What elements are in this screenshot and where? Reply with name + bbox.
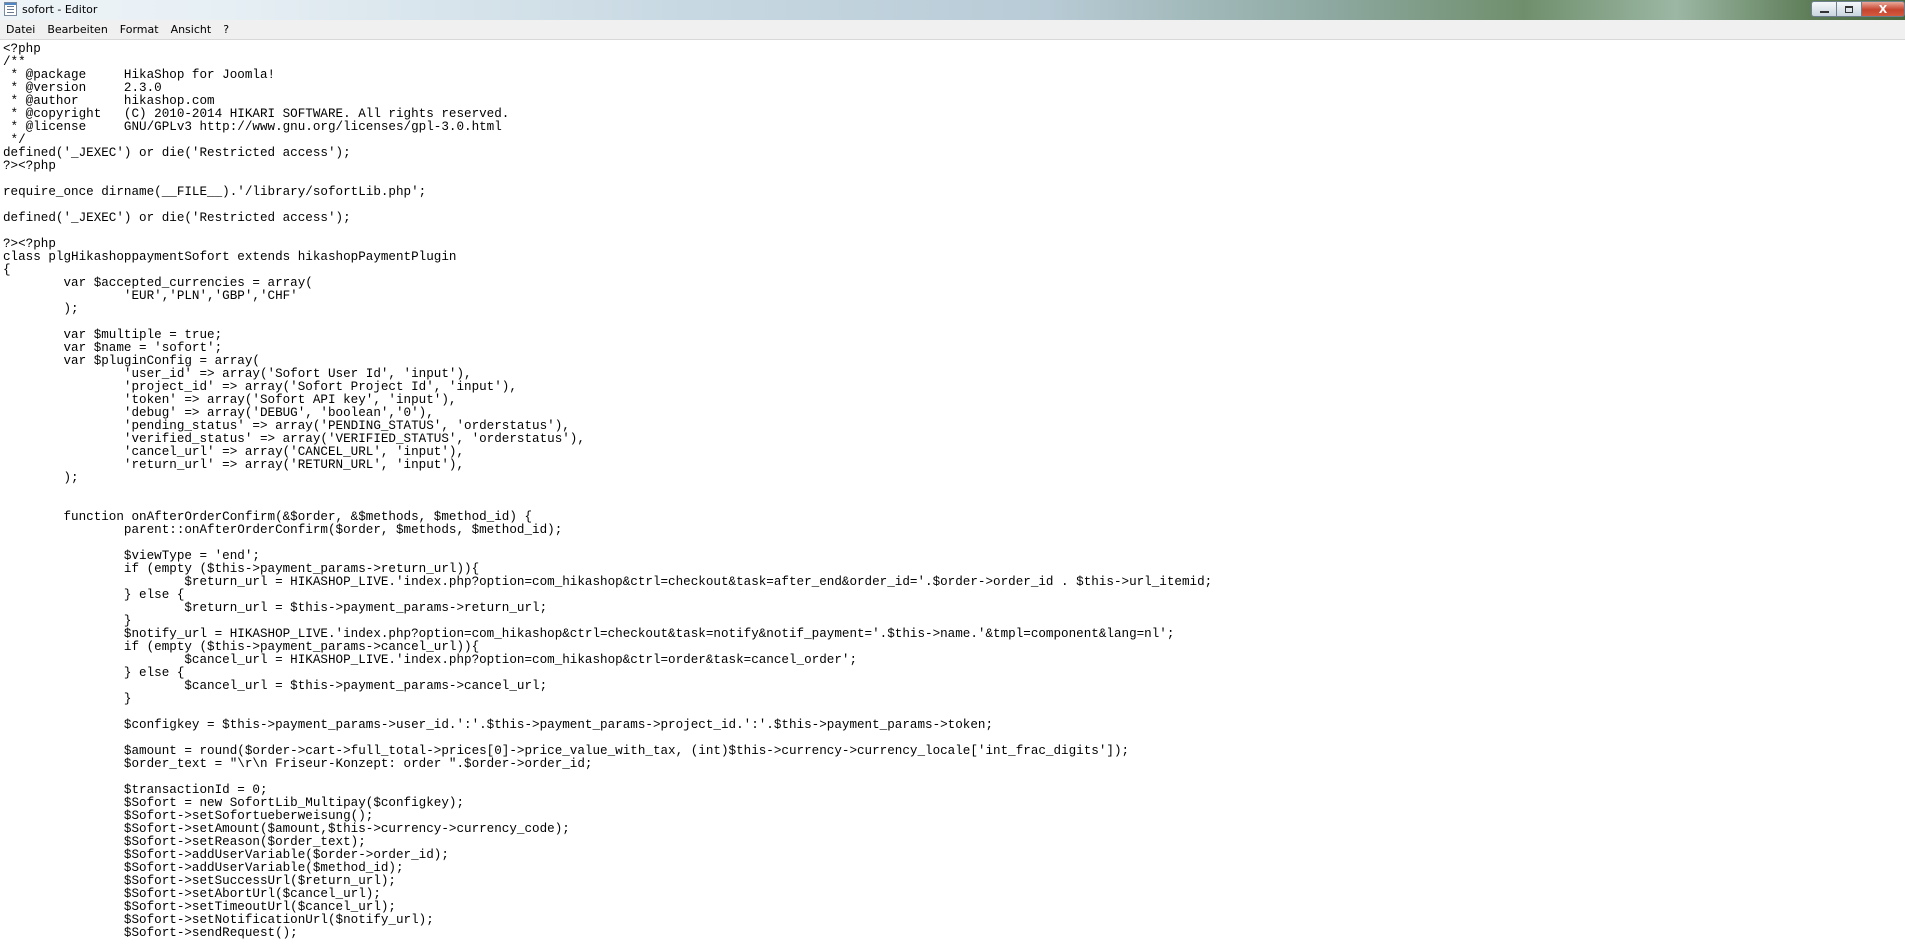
code-line: * @version 2.3.0 [3,81,162,95]
code-line: } else { [3,666,185,680]
menu-help[interactable]: ? [217,20,235,39]
code-line: $cancel_url = HIKASHOP_LIVE.'index.php?o… [3,653,857,667]
code-line: { [3,263,11,277]
minimize-icon [1819,11,1829,13]
code-line: 'user_id' => array('Sofort User Id', 'in… [3,367,472,381]
code-line: 'project_id' => array('Sofort Project Id… [3,380,517,394]
code-line: /** [3,55,26,69]
code-line: } else { [3,588,185,602]
code-line: var $name = 'sofort'; [3,341,223,355]
code-line: 'EUR','PLN','GBP','CHF' [3,289,298,303]
code-line: if (empty ($this->payment_params->return… [3,562,480,576]
code-line: $Sofort->setAbortUrl($cancel_url); [3,887,381,901]
notepad-icon [4,2,17,16]
code-line: $configkey = $this->payment_params->user… [3,718,994,732]
title-bar[interactable]: sofort - Editor X [0,0,1905,20]
code-line: 'pending_status' => array('PENDING_STATU… [3,419,570,433]
code-line: ); [3,471,79,485]
code-line: $return_url = HIKASHOP_LIVE.'index.php?o… [3,575,1213,589]
code-line: $amount = round($order->cart->full_total… [3,744,1130,758]
code-line: defined('_JEXEC') or die('Restricted acc… [3,146,351,160]
code-line: * @package HikaShop for Joomla! [3,68,276,82]
code-line: $order_text = "\r\n Friseur-Konzept: ord… [3,757,593,771]
code-line: $return_url = $this->payment_params->ret… [3,601,548,615]
code-line: $Sofort->setReason($order_text); [3,835,366,849]
code-line: $Sofort->addUserVariable($order->order_i… [3,848,449,862]
maximize-button[interactable] [1837,1,1862,17]
code-line: 'debug' => array('DEBUG', 'boolean','0')… [3,406,434,420]
code-line: $Sofort->setSofortueberweisung(); [3,809,374,823]
code-line: } [3,692,132,706]
code-line: $Sofort = new SofortLib_Multipay($config… [3,796,465,810]
code-text[interactable]: <?php /** * @package HikaShop for Joomla… [0,40,1905,940]
code-line: parent::onAfterOrderConfirm($order, $met… [3,523,563,537]
code-line: $notify_url = HIKASHOP_LIVE.'index.php?o… [3,627,1175,641]
close-icon: X [1878,2,1888,16]
code-line: } [3,614,132,628]
code-line: $cancel_url = $this->payment_params->can… [3,679,548,693]
code-line: 'token' => array('Sofort API key', 'inpu… [3,393,457,407]
code-line: <?php [3,42,41,56]
code-line: $Sofort->sendRequest(); [3,926,298,940]
code-line: $Sofort->setTimeoutUrl($cancel_url); [3,900,396,914]
minimize-button[interactable] [1811,1,1837,17]
menu-datei[interactable]: Datei [0,20,41,39]
code-line: $Sofort->setSuccessUrl($return_url); [3,874,396,888]
code-line: $transactionId = 0; [3,783,268,797]
menu-ansicht[interactable]: Ansicht [165,20,218,39]
code-line: $Sofort->setAmount($amount,$this->curren… [3,822,570,836]
menu-format[interactable]: Format [114,20,165,39]
code-line: ); [3,302,79,316]
close-button[interactable]: X [1862,1,1905,17]
code-line: var $accepted_currencies = array( [3,276,313,290]
code-line: 'cancel_url' => array('CANCEL_URL', 'inp… [3,445,465,459]
text-editor-area[interactable]: <?php /** * @package HikaShop for Joomla… [0,40,1905,947]
title-area: sofort - Editor [4,2,97,16]
menu-bar: Datei Bearbeiten Format Ansicht ? [0,20,1905,40]
code-line: 'verified_status' => array('VERIFIED_STA… [3,432,585,446]
menu-bearbeiten[interactable]: Bearbeiten [41,20,113,39]
code-line: * @copyright (C) 2010-2014 HIKARI SOFTWA… [3,107,510,121]
window-title: sofort - Editor [22,2,98,16]
code-line: * @author hikashop.com [3,94,215,108]
code-line: */ [3,133,26,147]
editor-window: sofort - Editor X Datei Bearbeiten Forma… [0,0,1905,947]
code-line: defined('_JEXEC') or die('Restricted acc… [3,211,351,225]
code-line: $Sofort->addUserVariable($method_id); [3,861,404,875]
code-line: $viewType = 'end'; [3,549,260,563]
code-line: ?><?php [3,159,56,173]
code-line: 'return_url' => array('RETURN_URL', 'inp… [3,458,465,472]
code-line: var $pluginConfig = array( [3,354,260,368]
code-line: $Sofort->setNotificationUrl($notify_url)… [3,913,434,927]
code-line: function onAfterOrderConfirm(&$order, &$… [3,510,533,524]
window-controls: X [1811,0,1905,18]
code-line: ?><?php [3,237,56,251]
code-line: var $multiple = true; [3,328,223,342]
code-line: if (empty ($this->payment_params->cancel… [3,640,480,654]
maximize-icon [1845,5,1853,13]
code-line: require_once dirname(__FILE__).'/library… [3,185,427,199]
code-line: * @license GNU/GPLv3 http://www.gnu.org/… [3,120,502,134]
code-line: class plgHikashoppaymentSofort extends h… [3,250,457,264]
